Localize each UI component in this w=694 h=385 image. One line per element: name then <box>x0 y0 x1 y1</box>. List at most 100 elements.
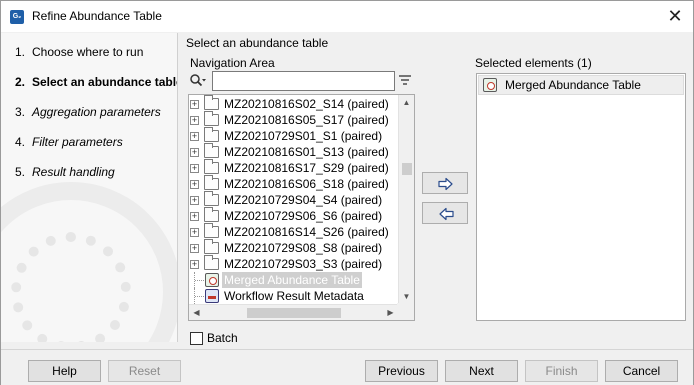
tree-item[interactable]: + MZ20210816S02_S14 (paired) <box>189 95 399 112</box>
app-icon: G₂ <box>10 10 24 24</box>
folder-icon <box>204 143 219 158</box>
expand-icon[interactable]: + <box>190 164 199 173</box>
filter-options-icon[interactable] <box>398 73 412 87</box>
tree-item-merged-abundance-table[interactable]: Merged Abundance Table <box>189 272 399 288</box>
scroll-right-icon[interactable]: ▶ <box>383 305 398 320</box>
step-filter-parameters: 4. Filter parameters <box>1 135 177 165</box>
search-input[interactable] <box>212 71 395 91</box>
next-button[interactable]: Next <box>445 360 518 382</box>
expand-icon[interactable]: + <box>190 148 199 157</box>
expand-icon[interactable]: + <box>190 260 199 269</box>
tree-item-workflow-result-metadata[interactable]: Workflow Result Metadata <box>189 288 399 304</box>
tree-item-label: MZ20210729S03_S3 (paired) <box>224 257 383 271</box>
step-number: 3. <box>15 105 26 119</box>
step-select-abundance-table: 2. Select an abundance table <box>1 75 177 105</box>
wizard-steps-pane: 1. Choose where to run 2. Select an abunda… <box>1 33 178 342</box>
folder-icon <box>204 127 219 142</box>
folder-icon <box>204 207 219 222</box>
expand-icon[interactable]: + <box>190 244 199 253</box>
previous-button[interactable]: Previous <box>365 360 438 382</box>
finish-button[interactable]: Finish <box>525 360 598 382</box>
tree-item[interactable]: + MZ20210816S01_S13 (paired) <box>189 143 399 160</box>
vertical-scroll-thumb[interactable] <box>402 163 412 175</box>
tree-item[interactable]: + MZ20210729S01_S1 (paired) <box>189 127 399 144</box>
tree-item[interactable]: + MZ20210816S14_S26 (paired) <box>189 223 399 240</box>
tree-item-label: Workflow Result Metadata <box>224 289 364 303</box>
step-choose-where-to-run: 1. Choose where to run <box>1 45 177 75</box>
dialog-window: G₂ Refine Abundance Table ✕ 1. Choose whe… <box>0 0 694 385</box>
scroll-left-icon[interactable]: ◀ <box>189 305 204 320</box>
window-title: Refine Abundance Table <box>32 9 162 23</box>
folder-icon <box>204 239 219 254</box>
folder-icon <box>204 223 219 238</box>
tree-item[interactable]: + MZ20210729S03_S3 (paired) <box>189 255 399 272</box>
title-bar: G₂ Refine Abundance Table ✕ <box>1 1 693 32</box>
step-label: Choose where to run <box>32 45 144 59</box>
scrollbar-corner <box>397 303 414 320</box>
step-number: 1. <box>15 45 26 59</box>
horizontal-scrollbar[interactable]: ◀ ▶ <box>189 304 398 320</box>
arrow-right-icon <box>438 177 453 191</box>
tree-item-label: Merged Abundance Table <box>222 272 362 288</box>
tree-connector <box>194 288 204 304</box>
expand-icon[interactable]: + <box>190 100 199 109</box>
tree-item[interactable]: + MZ20210729S06_S6 (paired) <box>189 207 399 224</box>
tree-item-label: MZ20210816S14_S26 (paired) <box>224 225 389 239</box>
step-result-handling: 5. Result handling <box>1 165 177 195</box>
tree-item[interactable]: + MZ20210729S04_S4 (paired) <box>189 191 399 208</box>
watermark-pattern <box>11 232 131 342</box>
navigation-tree[interactable]: + MZ20210816S02_S14 (paired) + MZ20210816S… <box>188 94 415 321</box>
step-number: 5. <box>15 165 26 179</box>
tree-item-label: MZ20210816S01_S13 (paired) <box>224 145 389 159</box>
step-label: Aggregation parameters <box>32 105 161 119</box>
tree-item[interactable]: + MZ20210816S17_S29 (paired) <box>189 159 399 176</box>
arrow-left-icon <box>439 207 454 221</box>
step-number: 2. <box>15 75 26 89</box>
tree-item[interactable]: + MZ20210729S08_S8 (paired) <box>189 239 399 256</box>
remove-from-selection-button[interactable] <box>422 202 468 224</box>
batch-label: Batch <box>207 331 238 345</box>
selected-elements-title: Selected elements (1) <box>475 56 592 70</box>
folder-icon <box>204 191 219 206</box>
step-label: Filter parameters <box>32 135 123 149</box>
expand-icon[interactable]: + <box>190 228 199 237</box>
step-aggregation-parameters: 3. Aggregation parameters <box>1 105 177 135</box>
tree-rows: + MZ20210816S02_S14 (paired) + MZ20210816S… <box>189 95 399 304</box>
tree-item-label: MZ20210816S02_S14 (paired) <box>224 97 389 111</box>
expand-icon[interactable]: + <box>190 196 199 205</box>
add-to-selection-button[interactable] <box>422 172 468 194</box>
selected-elements-list[interactable]: Merged Abundance Table <box>476 73 686 321</box>
folder-icon <box>204 255 219 270</box>
tree-item-label: MZ20210816S06_S18 (paired) <box>224 177 389 191</box>
scroll-up-icon[interactable]: ▲ <box>399 95 414 110</box>
vertical-scrollbar[interactable]: ▲ ▼ <box>398 95 414 304</box>
tree-item-label: MZ20210729S08_S8 (paired) <box>224 241 383 255</box>
tree-item[interactable]: + MZ20210816S06_S18 (paired) <box>189 175 399 192</box>
expand-icon[interactable]: + <box>190 180 199 189</box>
wizard-steps: 1. Choose where to run 2. Select an abunda… <box>1 45 177 195</box>
help-button[interactable]: Help <box>28 360 101 382</box>
expand-icon[interactable]: + <box>190 212 199 221</box>
expand-icon[interactable]: + <box>190 132 199 141</box>
step-label: Result handling <box>32 165 115 179</box>
workflow-metadata-icon <box>205 289 219 303</box>
expand-icon[interactable]: + <box>190 116 199 125</box>
selected-item-merged-abundance-table[interactable]: Merged Abundance Table <box>478 75 684 95</box>
batch-checkbox[interactable] <box>190 332 203 345</box>
close-icon[interactable]: ✕ <box>663 5 687 27</box>
step-number: 4. <box>15 135 26 149</box>
tree-item-label: MZ20210729S04_S4 (paired) <box>224 193 383 207</box>
tree-item-label: MZ20210729S01_S1 (paired) <box>224 129 383 143</box>
cancel-button[interactable]: Cancel <box>605 360 678 382</box>
tree-item[interactable]: + MZ20210816S05_S17 (paired) <box>189 111 399 128</box>
tree-connector <box>194 272 204 288</box>
scroll-down-icon[interactable]: ▼ <box>399 289 414 304</box>
search-icon[interactable] <box>189 73 207 89</box>
reset-button[interactable]: Reset <box>108 360 181 382</box>
tree-item-label: MZ20210816S05_S17 (paired) <box>224 113 389 127</box>
folder-icon <box>204 175 219 190</box>
section-title: Select an abundance table <box>186 36 329 50</box>
horizontal-scroll-thumb[interactable] <box>247 308 341 318</box>
tree-item-label: MZ20210729S06_S6 (paired) <box>224 209 383 223</box>
abundance-table-icon <box>205 273 219 287</box>
